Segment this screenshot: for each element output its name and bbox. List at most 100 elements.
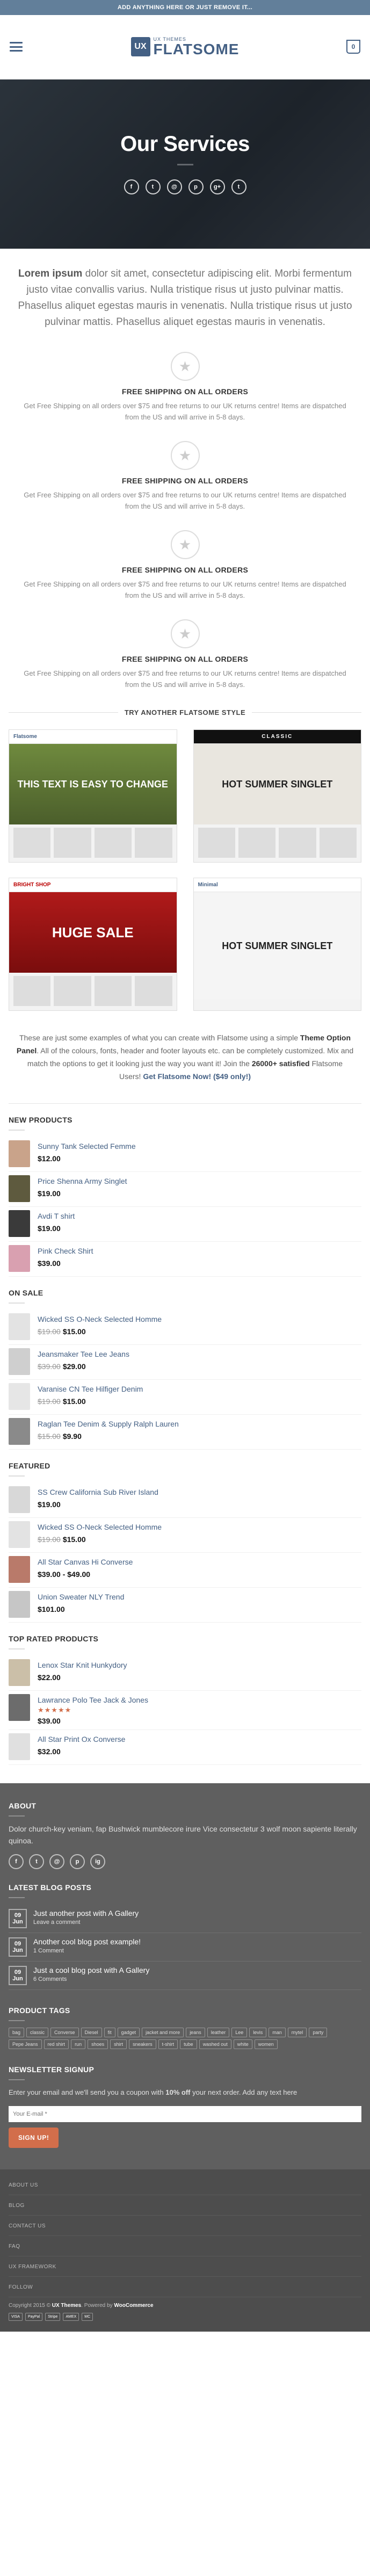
tag-link[interactable]: jeans [186,2028,205,2037]
tag-link[interactable]: Converse [50,2028,79,2037]
signup-button[interactable]: SIGN UP! [9,2128,59,2148]
product-thumbnail[interactable] [9,1591,30,1618]
tag-link[interactable]: Diesel [81,2028,102,2037]
product-thumbnail[interactable] [9,1348,30,1375]
product-thumbnail[interactable] [9,1733,30,1760]
tag-link[interactable]: red shirt [43,2039,69,2049]
style-preview[interactable]: Flatsome THIS TEXT IS EASY TO CHANGE [9,729,177,863]
tag-link[interactable]: shirt [110,2039,127,2049]
post-comments[interactable]: 1 Comment [33,1948,141,1954]
blog-post[interactable]: 09 Jun Just a cool blog post with A Galle… [9,1962,361,1990]
product-item[interactable]: Jeansmaker Tee Lee Jeans $39.00 $29.00 [9,1345,361,1380]
style-preview[interactable]: CLASSIC HOT SUMMER SINGLET [193,729,361,863]
tag-link[interactable]: shoes [88,2039,108,2049]
tag-link[interactable]: tube [180,2039,197,2049]
product-name[interactable]: Jeansmaker Tee Lee Jeans [38,1348,129,1360]
email-icon[interactable]: @ [49,1854,64,1869]
product-thumbnail[interactable] [9,1210,30,1237]
blog-post[interactable]: 09 Jun Another cool blog post example! 1 C… [9,1933,361,1962]
logo[interactable]: UX UX THEMES FLATSOME [0,37,370,57]
product-name[interactable]: Sunny Tank Selected Femme [38,1140,136,1152]
tag-link[interactable]: gadget [117,2028,140,2037]
product-item[interactable]: Sunny Tank Selected Femme $12.00 [9,1137,361,1172]
email-field[interactable] [9,2106,361,2122]
footer-link[interactable]: FAQ [9,2236,361,2256]
product-item[interactable]: All Star Canvas Hi Converse $39.00 - $49.… [9,1553,361,1588]
product-item[interactable]: Wicked SS O-Neck Selected Homme $19.00 $15… [9,1310,361,1345]
tag-link[interactable]: bag [9,2028,25,2037]
product-thumbnail[interactable] [9,1245,30,1272]
product-item[interactable]: Wicked SS O-Neck Selected Homme $19.00 $15… [9,1518,361,1553]
tag-link[interactable]: women [254,2039,278,2049]
tag-link[interactable]: Lee [231,2028,248,2037]
tag-link[interactable]: leather [207,2028,230,2037]
footer-link[interactable]: FOLLOW [9,2277,361,2297]
tag-link[interactable]: sneakers [129,2039,156,2049]
product-name[interactable]: All Star Print Ox Converse [38,1733,125,1745]
google-plus-icon[interactable]: g+ [209,179,225,194]
product-thumbnail[interactable] [9,1383,30,1410]
product-name[interactable]: Lenox Star Knit Hunkydory [38,1659,127,1671]
tumblr-icon[interactable]: t [231,179,246,194]
product-name[interactable]: Pink Check Shirt [38,1245,93,1257]
tag-link[interactable]: party [309,2028,328,2037]
tag-link[interactable]: white [233,2039,252,2049]
tag-link[interactable]: fit [104,2028,115,2037]
product-name[interactable]: Union Sweater NLY Trend [38,1591,124,1603]
post-comments[interactable]: Leave a comment [33,1919,139,1926]
product-item[interactable]: All Star Print Ox Converse $32.00 [9,1730,361,1765]
twitter-icon[interactable]: t [29,1854,44,1869]
product-item[interactable]: Avdi T shirt $19.00 [9,1207,361,1242]
tag-link[interactable]: washed out [199,2039,231,2049]
product-thumbnail[interactable] [9,1313,30,1340]
pinterest-icon[interactable]: p [70,1854,85,1869]
tag-link[interactable]: jacket and more [142,2028,184,2037]
product-name[interactable]: All Star Canvas Hi Converse [38,1556,133,1568]
product-item[interactable]: Varanise CN Tee Hilfiger Denim $19.00 $15.… [9,1380,361,1415]
product-thumbnail[interactable] [9,1486,30,1513]
tag-link[interactable]: Pepe Jeans [9,2039,42,2049]
tag-link[interactable]: man [269,2028,286,2037]
pinterest-icon[interactable]: p [188,179,204,194]
product-thumbnail[interactable] [9,1694,30,1721]
product-item[interactable]: Raglan Tee Denim & Supply Ralph Lauren $1… [9,1415,361,1450]
product-item[interactable]: Lawrance Polo Tee Jack & Jones ★★★★★ $39.0… [9,1691,361,1730]
tag-link[interactable]: classic [26,2028,49,2037]
tag-link[interactable]: t-shirt [158,2039,178,2049]
get-flatsome-link[interactable]: Get Flatsome Now! ($49 only!) [143,1072,251,1081]
product-name[interactable]: Lawrance Polo Tee Jack & Jones [38,1694,148,1706]
facebook-icon[interactable]: f [9,1854,24,1869]
instagram-icon[interactable]: ig [90,1854,105,1869]
style-preview[interactable]: BRIGHT SHOP HUGE SALE [9,878,177,1011]
product-thumbnail[interactable] [9,1521,30,1548]
footer-link[interactable]: CONTACT US [9,2216,361,2236]
cart-icon[interactable]: 0 [346,40,360,54]
product-name[interactable]: Wicked SS O-Neck Selected Homme [38,1313,162,1325]
product-thumbnail[interactable] [9,1659,30,1686]
twitter-icon[interactable]: t [145,179,161,194]
product-name[interactable]: Avdi T shirt [38,1210,75,1222]
style-preview[interactable]: Minimal HOT SUMMER SINGLET [193,878,361,1011]
product-name[interactable]: Raglan Tee Denim & Supply Ralph Lauren [38,1418,179,1430]
tag-link[interactable]: levis [249,2028,267,2037]
product-thumbnail[interactable] [9,1418,30,1445]
post-title[interactable]: Another cool blog post example! [33,1937,141,1946]
product-thumbnail[interactable] [9,1556,30,1583]
product-item[interactable]: Pink Check Shirt $39.00 [9,1242,361,1277]
post-title[interactable]: Just another post with A Gallery [33,1909,139,1917]
footer-link[interactable]: UX FRAMEWORK [9,2256,361,2277]
post-comments[interactable]: 6 Comments [33,1976,149,1982]
post-title[interactable]: Just a cool blog post with A Gallery [33,1966,149,1974]
tag-link[interactable]: mytel [287,2028,307,2037]
footer-link[interactable]: ABOUT US [9,2175,361,2195]
blog-post[interactable]: 09 Jun Just another post with A Gallery Le… [9,1905,361,1933]
footer-link[interactable]: BLOG [9,2195,361,2216]
product-item[interactable]: Price Shenna Army Singlet $19.00 [9,1172,361,1207]
email-icon[interactable]: @ [166,179,182,194]
product-item[interactable]: Lenox Star Knit Hunkydory $22.00 [9,1656,361,1691]
tag-link[interactable]: run [71,2039,86,2049]
product-item[interactable]: SS Crew California Sub River Island $19.0… [9,1483,361,1518]
product-name[interactable]: Price Shenna Army Singlet [38,1175,127,1187]
product-thumbnail[interactable] [9,1140,30,1167]
product-name[interactable]: Varanise CN Tee Hilfiger Denim [38,1383,143,1395]
